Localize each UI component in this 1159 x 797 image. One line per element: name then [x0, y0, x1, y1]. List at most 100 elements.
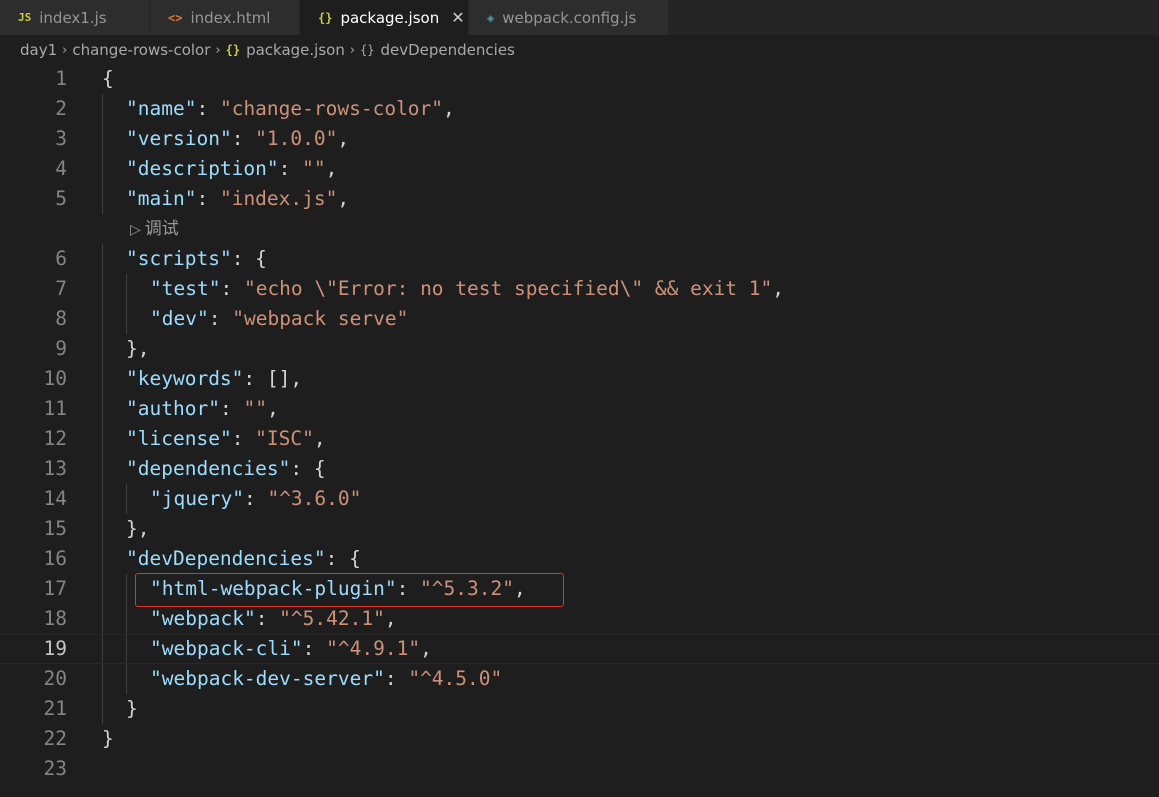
code-line[interactable]: 5 "main": "index.js",: [0, 184, 1159, 214]
json-key: dev: [161, 307, 197, 330]
quote: ": [279, 607, 291, 630]
quote: ": [232, 307, 244, 330]
punctuation: ,: [443, 97, 455, 120]
colon: :: [231, 127, 256, 150]
line-number: 7: [55, 277, 67, 300]
quote: ": [384, 577, 397, 600]
json-string-value: ^4.5.0: [420, 667, 491, 690]
quote: ": [255, 427, 267, 450]
punctuation: ,: [420, 637, 432, 660]
code-line[interactable]: 1{: [0, 64, 1159, 94]
code-text: "main": "index.js",: [126, 184, 349, 214]
code-line[interactable]: 6 "scripts": {: [0, 244, 1159, 274]
quote: ": [126, 97, 138, 120]
code-text: "test": "echo \"Error: no test specified…: [150, 274, 784, 304]
quote: ": [208, 277, 221, 300]
tab-index-html[interactable]: <> index.html: [150, 0, 300, 35]
close-icon[interactable]: ✕: [451, 8, 464, 27]
code-line[interactable]: 23: [0, 754, 1159, 784]
quote: ": [420, 577, 432, 600]
code-text: "scripts": {: [126, 244, 267, 274]
code-text: "jquery": "^3.6.0": [150, 484, 361, 514]
json-key: author: [137, 397, 209, 420]
code-text: },: [126, 514, 149, 544]
code-line[interactable]: 10 "keywords": [],: [0, 364, 1159, 394]
code-line[interactable]: 4 "description": "",: [0, 154, 1159, 184]
code-line[interactable]: 13 "dependencies": {: [0, 454, 1159, 484]
colon: :: [278, 157, 303, 180]
tab-bar: JS index1.js <> index.html {} package.js…: [0, 0, 1159, 35]
quote: ": [150, 577, 162, 600]
quote: ": [267, 487, 280, 510]
json-array-value: [],: [266, 367, 303, 390]
quote: ": [396, 307, 409, 330]
colon: :: [243, 487, 268, 510]
code-text: "webpack-dev-server": "^4.5.0": [150, 664, 502, 694]
tab-package-json[interactable]: {} package.json ✕: [300, 0, 469, 35]
line-number: 5: [55, 187, 67, 210]
code-line[interactable]: 7 "test": "echo \"Error: no test specifie…: [0, 274, 1159, 304]
punctuation: ,: [266, 397, 279, 420]
code-text: "description": "",: [126, 154, 337, 184]
line-number: 4: [55, 157, 67, 180]
quote: ": [219, 427, 232, 450]
quote: ": [349, 487, 362, 510]
tab-index1-js[interactable]: JS index1.js: [0, 0, 150, 35]
quote: ": [184, 187, 197, 210]
quote: ": [313, 157, 326, 180]
code-line[interactable]: 8 "dev": "webpack serve": [0, 304, 1159, 334]
code-text: "dev": "webpack serve": [150, 304, 408, 334]
javascript-file-icon: JS: [18, 11, 32, 24]
line-number: 21: [43, 697, 67, 720]
json-string-value: webpack serve: [243, 307, 397, 330]
code-line[interactable]: 15},: [0, 514, 1159, 544]
code-line[interactable]: 19 "webpack-cli": "^4.9.1",: [0, 634, 1159, 664]
code-text: },: [126, 334, 149, 364]
code-line[interactable]: 21}: [0, 694, 1159, 724]
code-line[interactable]: 3 "version": "1.0.0",: [0, 124, 1159, 154]
line-number: 17: [43, 577, 67, 600]
json-key: webpack: [161, 607, 244, 630]
code-line[interactable]: 20 "webpack-dev-server": "^4.5.0": [0, 664, 1159, 694]
webpack-file-icon: ◈: [487, 10, 495, 25]
tab-webpack-config-js[interactable]: ◈ webpack.config.js: [469, 0, 669, 35]
punctuation: ,: [772, 277, 785, 300]
code-line[interactable]: 17 "html-webpack-plugin": "^5.3.2",: [0, 574, 1159, 604]
quote: ": [219, 97, 232, 120]
json-key: webpack-dev-server: [161, 667, 374, 690]
code-line[interactable]: 11 "author": "",: [0, 394, 1159, 424]
punctuation: ,: [384, 607, 397, 630]
code-line[interactable]: 16 "devDependencies": {: [0, 544, 1159, 574]
line-number: 16: [43, 547, 67, 570]
code-text: "license": "ISC",: [126, 424, 326, 454]
quote: ": [126, 427, 138, 450]
code-line[interactable]: 18 "webpack": "^5.42.1",: [0, 604, 1159, 634]
punctuation: ,: [337, 127, 350, 150]
code-line[interactable]: 9},: [0, 334, 1159, 364]
brace: {: [349, 547, 361, 570]
json-key: version: [137, 127, 220, 150]
code-line[interactable]: 12 "license": "ISC",: [0, 424, 1159, 454]
quote: ": [255, 127, 267, 150]
breadcrumb-item-symbol[interactable]: devDependencies: [380, 41, 514, 59]
json-string-value: 1.0.0: [266, 127, 326, 150]
code-text: "version": "1.0.0",: [126, 124, 349, 154]
quote: ": [302, 157, 314, 180]
debug-codelens[interactable]: ▷ 调试: [130, 214, 179, 244]
json-key: dependencies: [137, 457, 279, 480]
quote: ": [326, 637, 338, 660]
breadcrumb-item-folder[interactable]: change-rows-color: [72, 41, 210, 59]
code-line[interactable]: 2 "name": "change-rows-color",: [0, 94, 1159, 124]
json-key: main: [137, 187, 185, 210]
colon: :: [243, 367, 267, 390]
colon: :: [208, 307, 233, 330]
json-key: keywords: [137, 367, 232, 390]
brace: },: [126, 517, 150, 540]
breadcrumb-item-day1[interactable]: day1: [20, 41, 57, 59]
code-editor[interactable]: ▷ 调试 1{2 "name": "change-rows-color", 3 "ver…: [0, 64, 1159, 797]
quote: ": [208, 397, 220, 420]
code-line[interactable]: 14 "jquery": "^3.6.0": [0, 484, 1159, 514]
breadcrumb-item-file[interactable]: package.json: [246, 41, 345, 59]
code-line[interactable]: 22}: [0, 724, 1159, 754]
quote: ": [255, 397, 267, 420]
